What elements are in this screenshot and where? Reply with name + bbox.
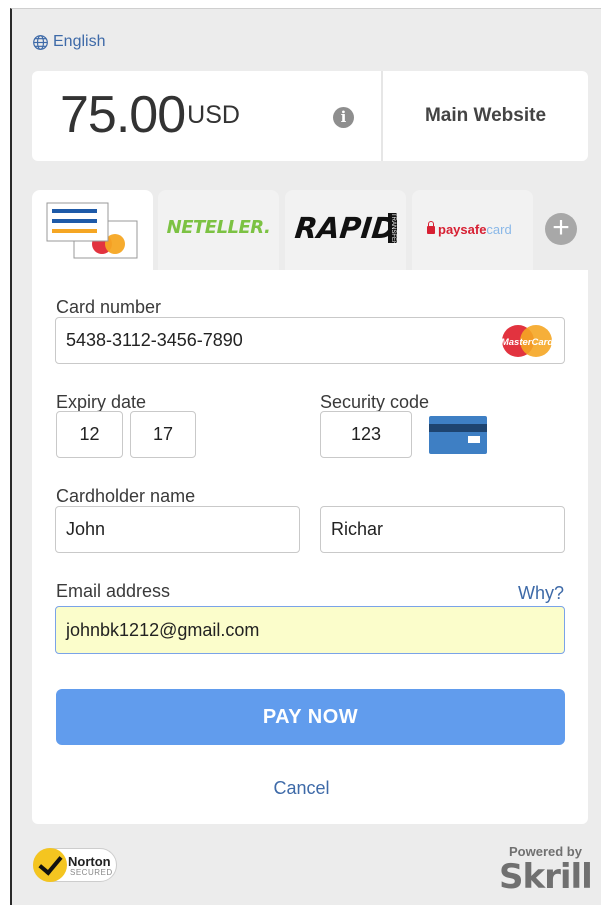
card-number-label: Card number	[56, 297, 162, 317]
rapid-logo: RAPID	[293, 211, 398, 245]
amount-display: 75.00 USD	[60, 85, 240, 145]
email-label: Email address	[56, 581, 171, 601]
expiry-label: Expiry date	[56, 392, 147, 412]
first-name-value: John	[66, 519, 106, 539]
globe-icon	[33, 34, 48, 50]
expiry-year-input[interactable]: 17	[130, 411, 196, 458]
amount-currency: USD	[187, 101, 240, 129]
merchant-name: Main Website	[424, 105, 547, 126]
paysafe-label: paysafe	[438, 222, 487, 237]
info-icon[interactable]: i	[333, 107, 354, 128]
checkmark-icon	[33, 848, 67, 882]
tab-rapid-transfer[interactable]: RAPID TRANSFER	[285, 190, 406, 270]
pay-now-button[interactable]: PAY NOW	[56, 689, 565, 745]
credit-card-icon	[46, 202, 138, 259]
amount-value: 75.00	[60, 86, 186, 144]
card-number-value: 5438-3112-3456-7890	[66, 330, 243, 350]
more-methods-plus-icon[interactable]: +	[545, 213, 577, 245]
tab-neteller[interactable]: NETELLER.	[158, 190, 279, 270]
email-input[interactable]: johnbk1212@gmail.com	[55, 606, 565, 654]
card-number-input[interactable]: 5438-3112-3456-7890 MasterCard	[55, 317, 565, 364]
security-code-label: Security code	[320, 392, 430, 412]
paysafe-card-label: card	[486, 222, 512, 237]
last-name-input[interactable]: Richar	[320, 506, 565, 553]
norton-secured-badge: Norton SECURED	[33, 848, 117, 882]
neteller-logo: NETELLER.	[166, 217, 271, 238]
skrill-logo: Skrill	[499, 857, 593, 897]
norton-subtitle: SECURED	[70, 868, 113, 877]
security-code-input[interactable]: 123	[320, 411, 412, 458]
expiry-year-value: 17	[152, 424, 174, 444]
card-back-cvv-icon	[429, 416, 487, 454]
email-value: johnbk1212@gmail.com	[66, 619, 260, 640]
last-name-value: Richar	[331, 519, 384, 539]
tab-card[interactable]	[32, 190, 153, 280]
paysafecard-logo: paysafe card	[427, 220, 512, 237]
language-selector[interactable]: English	[32, 33, 105, 51]
security-code-value: 123	[350, 424, 382, 444]
amount-panel: 75.00 USD i Main Website	[32, 71, 588, 161]
first-name-input[interactable]: John	[55, 506, 300, 553]
cardholder-label: Cardholder name	[56, 486, 196, 506]
why-link[interactable]: Why?	[518, 583, 564, 604]
mastercard-icon: MasterCard	[501, 325, 553, 357]
lock-icon	[427, 220, 435, 234]
cancel-link[interactable]: Cancel	[0, 778, 603, 799]
rapid-transfer-label: TRANSFER	[388, 213, 397, 246]
cancel-label: Cancel	[273, 778, 330, 798]
norton-title: Norton	[68, 854, 111, 869]
language-label: English	[53, 33, 106, 50]
expiry-month-value: 12	[79, 424, 100, 444]
card-brand: MasterCard	[501, 337, 553, 348]
expiry-month-input[interactable]: 12	[56, 411, 123, 458]
tab-paysafecard[interactable]: paysafe card	[412, 190, 533, 270]
